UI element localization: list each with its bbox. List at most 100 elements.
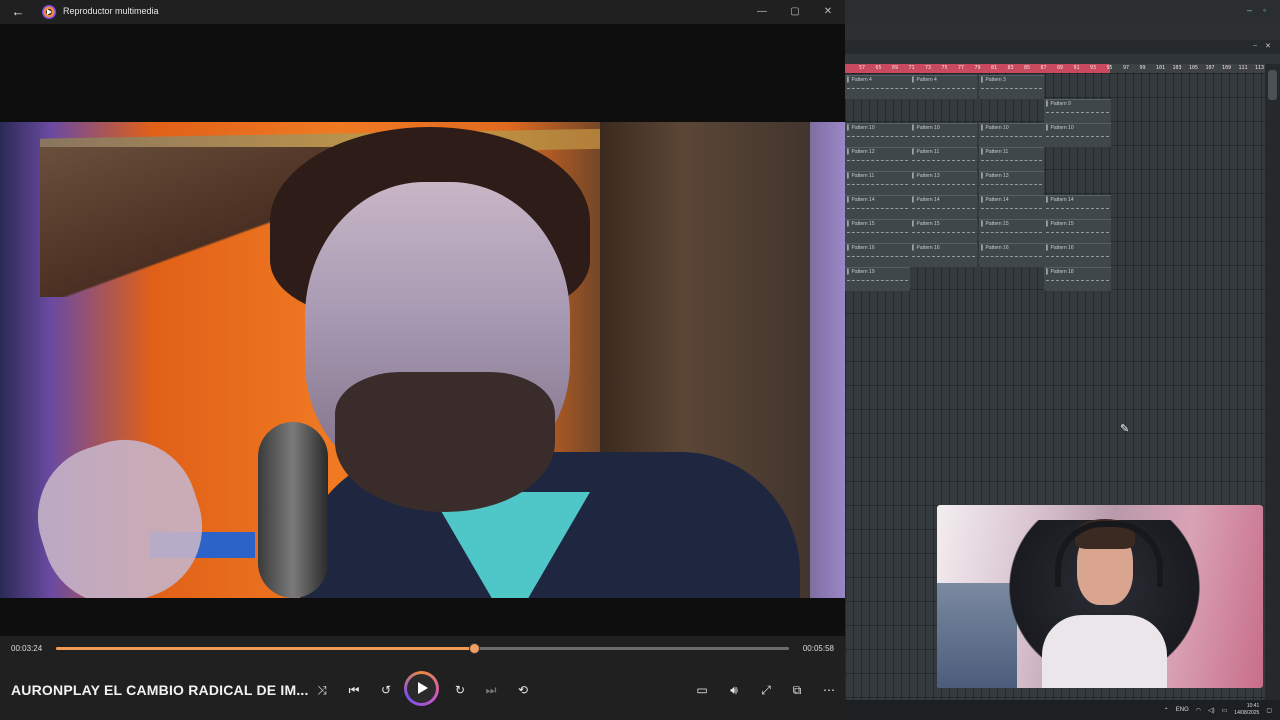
pattern-clip[interactable]: Pattern 15	[979, 219, 1044, 243]
rewind-10-icon[interactable]: ↺	[375, 679, 397, 701]
pattern-clip[interactable]: Pattern 14	[979, 195, 1044, 219]
repeat-off-icon[interactable]: ⟲	[512, 679, 534, 701]
subtitles-icon[interactable]: ▭	[691, 679, 713, 701]
pattern-clip[interactable]: Pattern 4	[910, 75, 977, 99]
taskbar-clock[interactable]: 10:41 14/08/2025	[1234, 703, 1259, 717]
pattern-clip[interactable]: Pattern 10	[1044, 123, 1111, 147]
next-track-icon[interactable]: ⏭	[480, 679, 502, 701]
more-options-icon[interactable]: ⋯	[818, 679, 840, 701]
pattern-clip[interactable]: Pattern 16	[979, 243, 1044, 267]
minimize-button[interactable]: —	[753, 3, 771, 21]
ruler-tick: 107	[1205, 65, 1215, 71]
pattern-clip-label: Pattern 15	[1046, 221, 1074, 227]
pattern-clip-label: Pattern 10	[981, 125, 1009, 131]
pattern-clip[interactable]: Pattern 16	[910, 243, 977, 267]
ruler-tick: 95	[1106, 65, 1113, 71]
pattern-clip[interactable]: Pattern 19	[845, 267, 910, 291]
pattern-clip-notes	[912, 256, 975, 259]
ruler-tick: 71	[908, 65, 915, 71]
pattern-clip[interactable]: Pattern 13	[910, 171, 977, 195]
pattern-clip[interactable]: Pattern 10	[845, 123, 910, 147]
seek-bar-thumb[interactable]	[468, 643, 480, 654]
pattern-clip[interactable]: Pattern 11	[910, 147, 977, 171]
pattern-clip-label: Pattern 14	[1046, 197, 1074, 203]
wifi-icon[interactable]: ◠	[1196, 707, 1201, 714]
pattern-clip[interactable]: Pattern 10	[979, 123, 1044, 147]
pattern-clip[interactable]: Pattern 13	[979, 171, 1044, 195]
ruler-tick: 85	[1024, 65, 1031, 71]
media-player-window: ← Reproductor multimedia — ▢ ✕ 00:03:24 …	[0, 0, 845, 720]
back-arrow-icon[interactable]: ←	[10, 4, 26, 20]
pattern-clip-notes	[847, 160, 908, 163]
pattern-clip[interactable]: Pattern 16	[1044, 243, 1111, 267]
pattern-clip[interactable]: Pattern 14	[845, 195, 910, 219]
pattern-clip-notes	[981, 256, 1042, 259]
pattern-clip-label: Pattern 13	[981, 173, 1009, 179]
speaker-icon[interactable]: ◁)	[1208, 707, 1215, 714]
ruler-tick: 57	[859, 65, 866, 71]
webcam-overlay	[937, 505, 1263, 688]
mini-player-icon[interactable]: ⧉	[786, 679, 808, 701]
seek-bar[interactable]	[56, 643, 789, 654]
ruler-tick: 73	[925, 65, 932, 71]
close-button[interactable]: ✕	[819, 3, 837, 21]
video-person-beard	[335, 372, 555, 512]
playlist-scrollbar[interactable]	[1265, 64, 1280, 700]
play-button[interactable]	[404, 671, 439, 706]
fullscreen-icon[interactable]: ⤢	[755, 679, 777, 701]
video-frame[interactable]	[0, 122, 845, 598]
maximize-button[interactable]: ▢	[786, 3, 804, 21]
playlist-close-icon[interactable]: ✕	[1265, 42, 1271, 50]
daw-maximize-icon[interactable]: ◦	[1263, 6, 1271, 15]
pattern-clip[interactable]: Pattern 4	[845, 75, 910, 99]
volume-icon[interactable]: 🔊︎	[723, 679, 745, 701]
pattern-clip[interactable]: Pattern 3	[979, 75, 1044, 99]
taskbar-time: 10:41	[1246, 703, 1260, 709]
pattern-clip-label: Pattern 16	[847, 245, 875, 251]
pattern-clip-notes	[981, 88, 1042, 91]
pattern-clip-label: Pattern 14	[912, 197, 940, 203]
language-indicator[interactable]: ENG	[1176, 707, 1189, 713]
ruler-tick: 93	[1090, 65, 1097, 71]
pattern-clip[interactable]: Pattern 15	[1044, 219, 1111, 243]
pattern-clip[interactable]: Pattern 15	[910, 219, 977, 243]
pattern-clip-notes	[912, 184, 975, 187]
ruler-tick: 91	[1073, 65, 1080, 71]
pattern-clip-notes	[912, 160, 975, 163]
pattern-clip-notes	[847, 280, 908, 283]
pattern-clip[interactable]: Pattern 18	[1044, 267, 1111, 291]
battery-icon[interactable]: ▭	[1222, 707, 1228, 714]
pattern-clip-notes	[981, 136, 1042, 139]
pattern-clip[interactable]: Pattern 12	[845, 147, 910, 171]
pattern-clip-notes	[1046, 280, 1109, 283]
pattern-clip[interactable]: Pattern 14	[1044, 195, 1111, 219]
ruler-tick: 65	[875, 65, 882, 71]
forward-30-icon[interactable]: ↻	[449, 679, 471, 701]
webcam-streamer-torso	[1042, 615, 1167, 688]
notifications-icon[interactable]: ▢	[1266, 707, 1272, 714]
playlist-minimize-icon[interactable]: –	[1253, 42, 1257, 49]
scrollbar-thumb[interactable]	[1268, 70, 1277, 100]
pattern-clip[interactable]: Pattern 11	[845, 171, 910, 195]
pattern-clip[interactable]: Pattern 16	[845, 243, 910, 267]
pattern-clip-label: Pattern 16	[1046, 245, 1074, 251]
tray-chevron-icon[interactable]: ⌃	[1164, 707, 1169, 714]
timeline-ruler[interactable]: 57 65 69 71 73 75 77 79 81 83 85 87 89 91 93 95 97 99 101 1…	[845, 64, 1265, 73]
pattern-clip-notes	[1046, 208, 1109, 211]
pattern-clip-notes	[847, 208, 908, 211]
daw-minimize-icon[interactable]: –	[1247, 6, 1255, 15]
pattern-clip[interactable]: Pattern 10	[910, 123, 977, 147]
pattern-clip-notes	[1046, 136, 1109, 139]
video-area[interactable]	[0, 24, 845, 636]
shuffle-icon[interactable]: ⤨	[311, 679, 333, 701]
pattern-clip[interactable]: Pattern 15	[845, 219, 910, 243]
ruler-tick: 79	[974, 65, 981, 71]
pattern-clip[interactable]: Pattern 9	[1044, 99, 1111, 123]
pattern-clip-label: Pattern 3	[981, 77, 1006, 83]
window-title: Reproductor multimedia	[63, 6, 159, 16]
seek-bar-progress	[56, 647, 474, 650]
pattern-clip[interactable]: Pattern 11	[979, 147, 1044, 171]
pattern-clip[interactable]: Pattern 14	[910, 195, 977, 219]
player-titlebar: ← Reproductor multimedia — ▢ ✕	[0, 0, 845, 24]
previous-track-icon[interactable]: ⏮	[343, 679, 365, 701]
